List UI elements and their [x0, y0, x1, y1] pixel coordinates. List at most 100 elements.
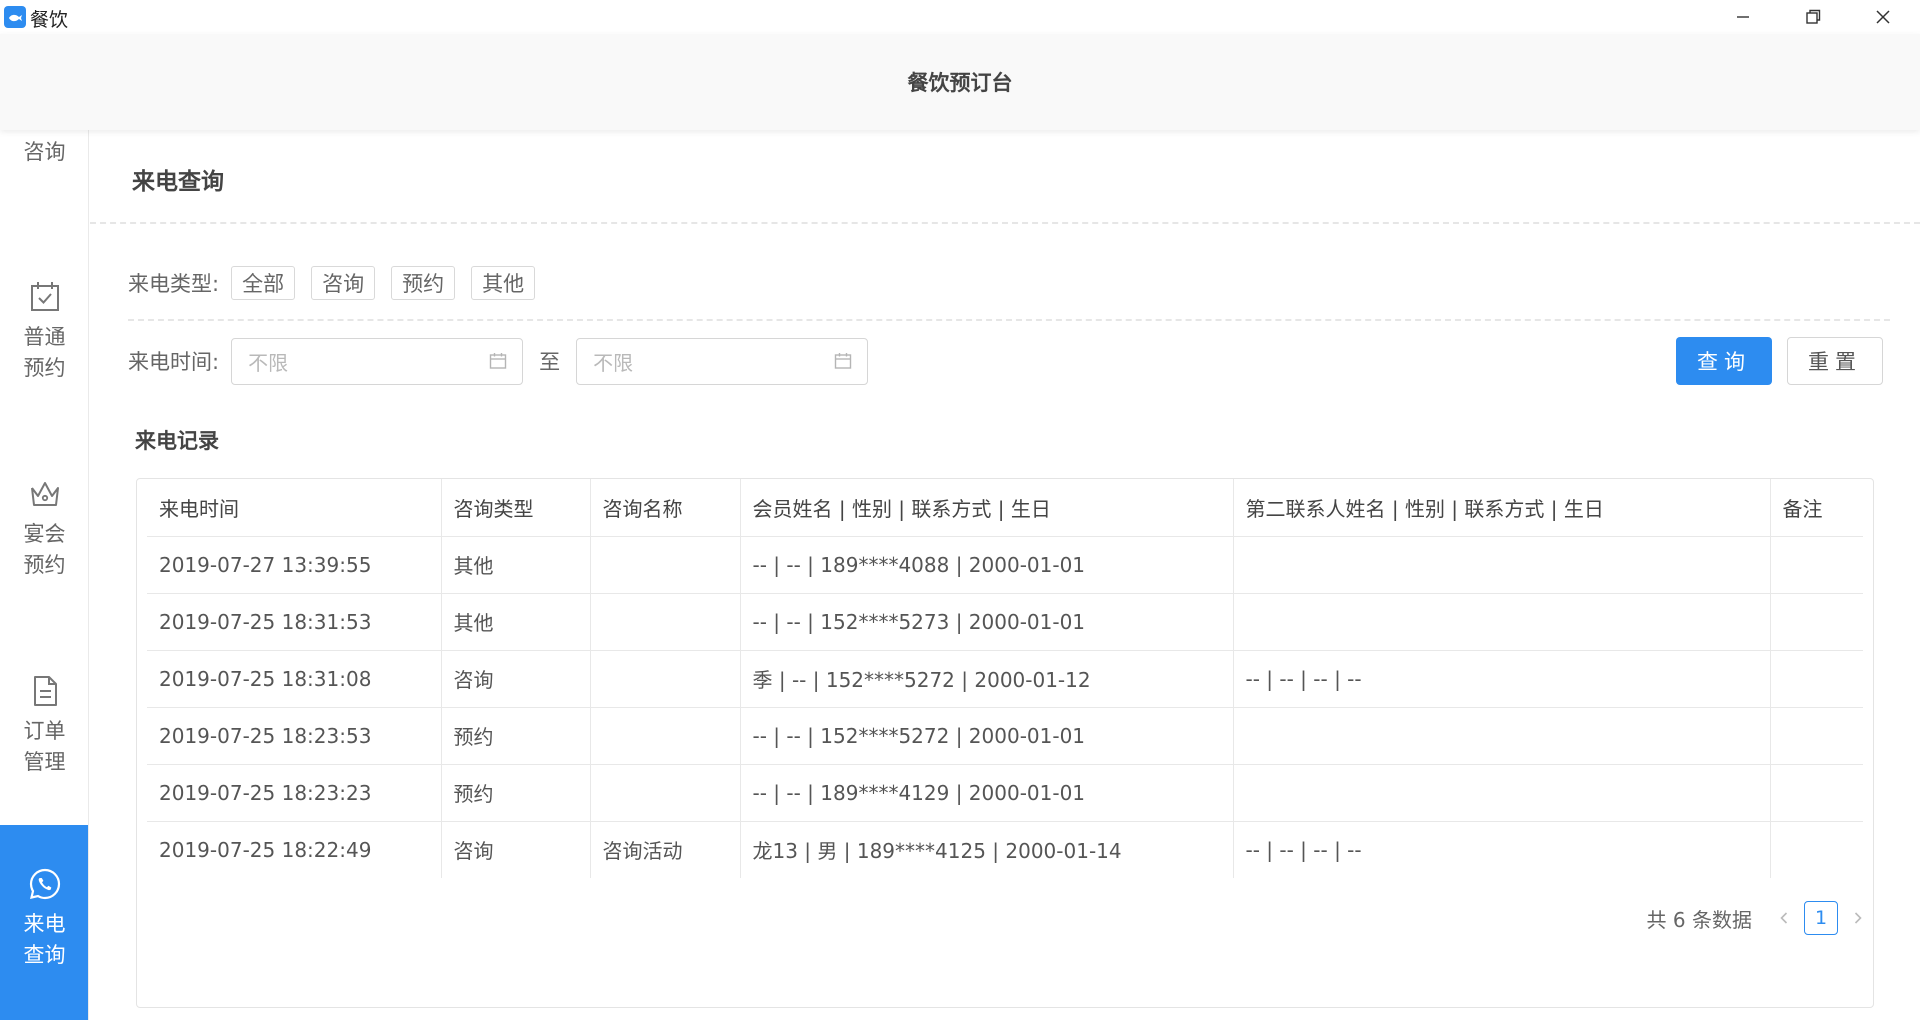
end-date-input[interactable]: 不限	[576, 337, 869, 385]
crown-icon	[30, 482, 59, 506]
cell-consult-type: 其他	[441, 593, 591, 651]
cell-call-time: 2019-07-25 18:23:23	[147, 764, 442, 822]
call-time-label: 来电时间:	[128, 350, 220, 374]
restore-icon	[1806, 9, 1821, 24]
cell-remark	[1770, 764, 1863, 822]
type-chip-booking[interactable]: 预约	[391, 266, 456, 300]
column-header: 咨询类型	[441, 479, 591, 537]
start-date-input[interactable]: 不限	[231, 337, 524, 385]
table-row[interactable]: 2019-07-25 18:23:53 预约 -- | -- | 152****…	[147, 707, 1863, 765]
cell-consult-name	[590, 536, 741, 594]
column-header: 会员姓名 | 性别 | 联系方式 | 生日	[740, 479, 1234, 537]
sidebar: 咨询 普通预约 宴会预约 订单管理 来电查询	[0, 130, 89, 1020]
cell-second-contact: -- | -- | -- | --	[1233, 821, 1771, 878]
cell-remark	[1770, 821, 1863, 878]
cell-call-time: 2019-07-25 18:22:49	[147, 821, 442, 878]
column-header: 备注	[1770, 479, 1863, 537]
call-type-label: 来电类型:	[128, 272, 220, 296]
prev-page-button[interactable]	[1770, 901, 1798, 935]
sidebar-item-banquet-booking[interactable]: 宴会预约	[0, 477, 88, 581]
sidebar-item-normal-booking[interactable]: 普通预约	[0, 280, 88, 384]
type-chip-consult[interactable]: 咨询	[311, 266, 376, 300]
cell-consult-type: 预约	[441, 764, 591, 822]
cell-second-contact: -- | -- | -- | --	[1233, 650, 1771, 708]
type-chip-all[interactable]: 全部	[231, 266, 296, 300]
cell-member-info: 季 | -- | 152****5272 | 2000-01-12	[740, 650, 1234, 708]
page-title: 来电查询	[132, 169, 224, 195]
table-row[interactable]: 2019-07-27 13:39:55 其他 -- | -- | 189****…	[147, 536, 1863, 594]
cell-second-contact	[1233, 707, 1771, 765]
sidebar-item-label: 来电查询	[23, 912, 66, 967]
records-title: 来电记录	[135, 429, 219, 453]
chevron-right-icon	[1854, 912, 1862, 924]
pagination-total: 共 6 条数据	[1646, 907, 1752, 932]
phone-call-icon	[29, 868, 60, 900]
column-header: 来电时间	[147, 479, 442, 537]
cell-second-contact	[1233, 764, 1771, 822]
app-title: 餐饮	[30, 9, 69, 31]
cell-consult-name	[590, 593, 741, 651]
cell-consult-name	[590, 764, 741, 822]
column-header: 第二联系人姓名 | 性别 | 联系方式 | 生日	[1233, 479, 1771, 537]
main-content: 来电查询 来电类型: 全部 咨询 预约 其他 来电时间: 不限 至 不限 查询 …	[90, 130, 1920, 1020]
app-header: 餐饮预订台	[0, 34, 1920, 130]
table-row[interactable]: 2019-07-25 18:31:53 其他 -- | -- | 152****…	[147, 593, 1863, 651]
type-chip-other[interactable]: 其他	[471, 266, 536, 300]
sidebar-item-consult[interactable]: 咨询	[0, 130, 88, 168]
calendar-icon	[834, 353, 852, 369]
close-icon	[1876, 10, 1890, 24]
cell-member-info: -- | -- | 189****4129 | 2000-01-01	[740, 764, 1234, 822]
call-type-filter: 来电类型: 全部 咨询 预约 其他	[128, 265, 551, 301]
cell-member-info: -- | -- | 152****5272 | 2000-01-01	[740, 707, 1234, 765]
cell-call-time: 2019-07-27 13:39:55	[147, 536, 442, 594]
cell-consult-type: 其他	[441, 536, 591, 594]
window-titlebar: 餐饮	[0, 0, 1920, 34]
table-header-row: 来电时间 咨询类型 咨询名称 会员姓名 | 性别 | 联系方式 | 生日 第二联…	[147, 479, 1863, 537]
restore-button[interactable]	[1778, 0, 1848, 34]
table-row[interactable]: 2019-07-25 18:31:08 咨询 季 | -- | 152****5…	[147, 650, 1863, 708]
cell-member-info: -- | -- | 152****5273 | 2000-01-01	[740, 593, 1234, 651]
reset-button[interactable]: 重置	[1787, 337, 1883, 385]
pagination: 共 6 条数据 1	[1647, 900, 1872, 936]
document-icon	[33, 676, 57, 706]
title-divider	[90, 222, 1920, 224]
close-button[interactable]	[1848, 0, 1918, 34]
cell-remark	[1770, 593, 1863, 651]
cell-call-time: 2019-07-25 18:31:08	[147, 650, 442, 708]
cell-second-contact	[1233, 536, 1771, 594]
table-row[interactable]: 2019-07-25 18:23:23 预约 -- | -- | 189****…	[147, 764, 1863, 822]
sidebar-item-label: 咨询	[23, 140, 66, 164]
cell-consult-type: 咨询	[441, 650, 591, 708]
cell-remark	[1770, 650, 1863, 708]
minimize-button[interactable]	[1708, 0, 1778, 34]
next-page-button[interactable]	[1844, 901, 1872, 935]
table-row[interactable]: 2019-07-25 18:22:49 咨询 咨询活动 龙13 | 男 | 18…	[147, 821, 1863, 878]
calendar-icon	[489, 353, 507, 369]
minimize-icon	[1737, 16, 1749, 18]
query-button[interactable]: 查询	[1676, 337, 1772, 385]
fish-logo-icon	[4, 6, 26, 28]
cell-call-time: 2019-07-25 18:31:53	[147, 593, 442, 651]
header-title: 餐饮预订台	[907, 71, 1013, 95]
cell-call-time: 2019-07-25 18:23:53	[147, 707, 442, 765]
chevron-left-icon	[1780, 912, 1788, 924]
column-header: 咨询名称	[590, 479, 741, 537]
cell-consult-name	[590, 707, 741, 765]
cell-consult-type: 咨询	[441, 821, 591, 878]
cell-remark	[1770, 536, 1863, 594]
sidebar-item-label: 宴会预约	[23, 522, 66, 577]
date-range-separator: 至	[539, 350, 561, 374]
end-date-placeholder: 不限	[593, 350, 634, 375]
start-date-placeholder: 不限	[248, 350, 289, 375]
page-1-button[interactable]: 1	[1804, 901, 1838, 935]
cell-consult-type: 预约	[441, 707, 591, 765]
sidebar-item-label: 普通预约	[23, 325, 66, 380]
cell-member-info: -- | -- | 189****4088 | 2000-01-01	[740, 536, 1234, 594]
sidebar-item-order-management[interactable]: 订单管理	[0, 674, 88, 778]
call-records-table: 来电时间 咨询类型 咨询名称 会员姓名 | 性别 | 联系方式 | 生日 第二联…	[136, 478, 1874, 1008]
filter-divider	[128, 319, 1890, 321]
call-time-filter: 来电时间: 不限 至 不限	[128, 337, 869, 385]
calendar-check-icon	[30, 282, 59, 311]
cell-consult-name	[590, 650, 741, 708]
sidebar-item-call-query[interactable]: 来电查询	[0, 825, 88, 1020]
